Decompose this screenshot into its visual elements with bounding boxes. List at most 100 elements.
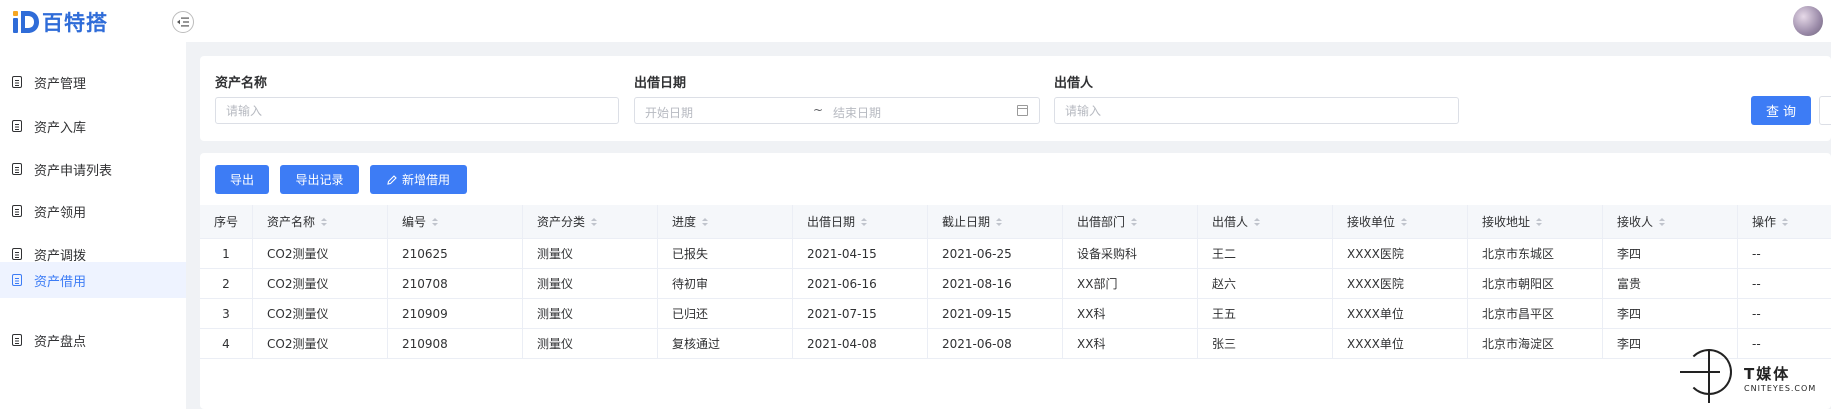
sidebar: 资产管理 资产入库 资产申请列表 资产领用 资产调拨 资产借用 资产盘点 (0, 42, 186, 409)
cell-lend-date: 2021-04-15 (793, 239, 928, 268)
cell-category: 测量仪 (523, 299, 658, 328)
watermark-title: T媒体 (1744, 365, 1791, 383)
cell-number: 210909 (388, 299, 523, 328)
sidebar-item-asset-storage[interactable]: 资产入库 (0, 108, 186, 144)
borrow-list-panel: 导出 导出记录 新增借用 序号 资产名称 编号 资产分类 进度 出借日期 截止日… (200, 153, 1831, 409)
calendar-icon[interactable] (1017, 105, 1028, 116)
cell-due-date: 2021-08-16 (928, 269, 1063, 298)
column-header-receiver[interactable]: 接收人 (1603, 205, 1738, 238)
cell-lender: 赵六 (1198, 269, 1333, 298)
app-logo[interactable]: 百特搭 (12, 7, 108, 37)
sidebar-item-asset-requisition[interactable]: 资产领用 (0, 193, 186, 229)
cell-category: 测量仪 (523, 239, 658, 268)
column-header-category[interactable]: 资产分类 (523, 205, 658, 238)
asset-name-label: 资产名称 (215, 76, 268, 91)
add-borrow-button[interactable]: 新增借用 (370, 165, 467, 194)
sidebar-item-asset-applications[interactable]: 资产申请列表 (0, 151, 186, 187)
sort-icon[interactable] (1782, 217, 1789, 226)
cell-lend-department: XX部门 (1063, 269, 1198, 298)
column-header-progress[interactable]: 进度 (658, 205, 793, 238)
cell-lend-date: 2021-06-16 (793, 269, 928, 298)
sidebar-item-asset-borrowing[interactable]: 资产借用 (0, 262, 186, 298)
cell-asset-name: CO2测量仪 (253, 269, 388, 298)
end-date-placeholder: 结束日期 (833, 106, 882, 120)
cell-index: 3 (200, 299, 253, 328)
sort-icon[interactable] (432, 217, 439, 226)
range-separator: ~ (813, 103, 824, 117)
sort-icon[interactable] (996, 217, 1003, 226)
sort-icon[interactable] (591, 217, 598, 226)
cell-receiving-unit: XXXX单位 (1333, 299, 1468, 328)
sidebar-item-label: 资产领用 (34, 205, 87, 221)
document-icon (12, 205, 22, 217)
cell-progress: 已报失 (658, 239, 793, 268)
cell-index: 2 (200, 269, 253, 298)
query-button[interactable]: 查询 (1751, 96, 1811, 125)
cell-progress: 复核通过 (658, 329, 793, 358)
cell-receiving-unit: XXXX单位 (1333, 329, 1468, 358)
cell-receiving-unit: XXXX医院 (1333, 239, 1468, 268)
cell-receiver: 李四 (1603, 299, 1738, 328)
sidebar-item-asset-inventory[interactable]: 资产盘点 (0, 322, 186, 358)
column-header-asset-name[interactable]: 资产名称 (253, 205, 388, 238)
cell-number: 210708 (388, 269, 523, 298)
document-icon (12, 76, 22, 88)
document-icon (12, 163, 22, 175)
search-filter-panel: 资产名称 出借日期 开始日期 ~ 结束日期 出借人 查询 (200, 56, 1831, 141)
asset-name-input[interactable] (215, 97, 619, 124)
cell-due-date: 2021-09-15 (928, 299, 1063, 328)
cell-lend-date: 2021-07-15 (793, 299, 928, 328)
cell-actions: -- (1752, 276, 1761, 291)
sort-icon[interactable] (1131, 217, 1138, 226)
reset-button[interactable] (1819, 96, 1831, 125)
sidebar-item-label: 资产申请列表 (34, 163, 113, 179)
user-avatar[interactable] (1793, 6, 1823, 36)
document-icon (12, 120, 22, 132)
export-button[interactable]: 导出 (215, 165, 269, 194)
sort-icon[interactable] (702, 217, 709, 226)
sort-icon[interactable] (1536, 217, 1543, 226)
add-borrow-label: 新增借用 (401, 173, 450, 187)
sidebar-collapse-button[interactable] (172, 11, 194, 33)
cell-lend-department: XX科 (1063, 299, 1198, 328)
sort-icon[interactable] (1401, 217, 1408, 226)
watermark-vertical-stroke (1708, 349, 1710, 403)
column-header-due-date[interactable]: 截止日期 (928, 205, 1063, 238)
cell-due-date: 2021-06-25 (928, 239, 1063, 268)
lender-input[interactable] (1054, 97, 1459, 124)
lend-date-range-picker[interactable]: 开始日期 ~ 结束日期 (634, 97, 1040, 124)
sort-icon[interactable] (321, 217, 328, 226)
cell-asset-name: CO2测量仪 (253, 299, 388, 328)
cell-category: 测量仪 (523, 269, 658, 298)
export-records-button[interactable]: 导出记录 (280, 165, 359, 194)
cell-lender: 王五 (1198, 299, 1333, 328)
lend-date-label: 出借日期 (634, 76, 687, 91)
column-header-receiving-address[interactable]: 接收地址 (1468, 205, 1603, 238)
start-date-placeholder: 开始日期 (645, 106, 694, 120)
cell-receiving-address: 北京市朝阳区 (1468, 269, 1603, 298)
column-header-lend-date[interactable]: 出借日期 (793, 205, 928, 238)
cell-receiving-unit: XXXX医院 (1333, 269, 1468, 298)
sidebar-item-label: 资产借用 (34, 274, 87, 290)
column-header-index: 序号 (200, 205, 253, 238)
table-row: 2 CO2测量仪 210708 测量仪 待初审 2021-06-16 2021-08-16 X… (200, 269, 1831, 299)
sort-icon[interactable] (1254, 217, 1261, 226)
document-icon (12, 334, 22, 346)
column-header-number[interactable]: 编号 (388, 205, 523, 238)
cell-lend-date: 2021-04-08 (793, 329, 928, 358)
sort-icon[interactable] (861, 217, 868, 226)
collapse-icon (177, 17, 189, 27)
table-header-row: 序号 资产名称 编号 资产分类 进度 出借日期 截止日期 出借部门 出借人 接收… (200, 205, 1831, 239)
watermark-logo: T媒体 CNITEYES.COM (1678, 347, 1828, 405)
sort-icon[interactable] (1659, 217, 1666, 226)
column-header-receiving-unit[interactable]: 接收单位 (1333, 205, 1468, 238)
column-header-lend-department[interactable]: 出借部门 (1063, 205, 1198, 238)
cell-receiving-address: 北京市昌平区 (1468, 299, 1603, 328)
document-icon (12, 248, 22, 260)
cell-index: 4 (200, 329, 253, 358)
column-header-lender[interactable]: 出借人 (1198, 205, 1333, 238)
column-header-actions[interactable]: 操作 (1738, 205, 1831, 238)
edit-icon (387, 174, 397, 185)
sidebar-item-asset-management[interactable]: 资产管理 (0, 64, 186, 100)
table-row: 1 CO2测量仪 210625 测量仪 已报失 2021-04-15 2021-06-25 设… (200, 239, 1831, 269)
